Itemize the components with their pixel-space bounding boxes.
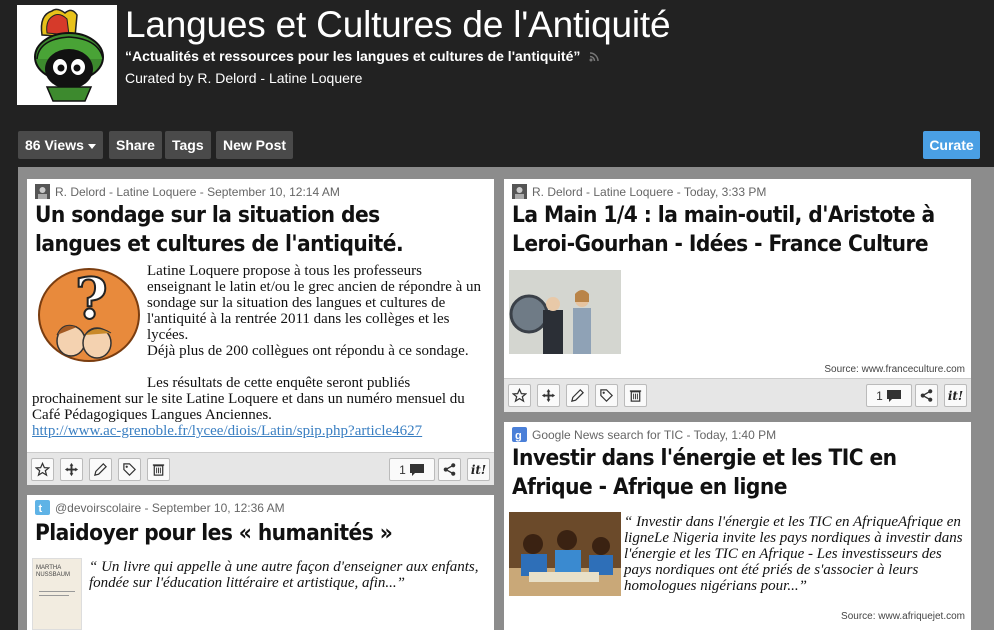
- post-source[interactable]: Source: www.franceculture.com: [824, 364, 965, 375]
- post-body: Latine Loquere propose à tous les profes…: [147, 263, 487, 343]
- comment-count: 1: [399, 462, 406, 477]
- twitter-icon: t: [35, 500, 50, 515]
- star-icon[interactable]: [31, 458, 54, 481]
- trash-icon[interactable]: [147, 458, 170, 481]
- post-meta: R. Delord - Latine Loquere - Today, 3:33…: [512, 184, 766, 199]
- move-icon[interactable]: [60, 458, 83, 481]
- star-icon[interactable]: [508, 384, 531, 407]
- page-title: Langues et Cultures de l'Antiquité: [125, 4, 671, 45]
- chevron-down-icon: [87, 143, 96, 149]
- comments-button[interactable]: 1: [866, 384, 912, 407]
- new-post-button[interactable]: New Post: [216, 131, 294, 159]
- tags-button[interactable]: Tags: [165, 131, 211, 159]
- post-meta-text: R. Delord - Latine Loquere - Today, 3:33…: [532, 184, 767, 199]
- edit-icon[interactable]: [566, 384, 589, 407]
- curated-by[interactable]: Curated by R. Delord - Latine Loquere: [125, 70, 362, 86]
- post-paragraph: Déjà plus de 200 collègues ont répondu à…: [147, 343, 469, 359]
- comment-icon: [886, 389, 901, 402]
- curate-button[interactable]: Curate: [923, 131, 980, 159]
- share-icon[interactable]: [915, 384, 938, 407]
- views-label: 86 Views: [25, 137, 84, 153]
- comments-button[interactable]: 1: [389, 458, 435, 481]
- post-meta: R. Delord - Latine Loquere - September 1…: [35, 184, 340, 199]
- book-cover-thumbnail: MARTHA NUSSBAUM: [32, 558, 82, 630]
- tag-icon[interactable]: [118, 458, 141, 481]
- scoop-it-icon[interactable]: it!: [944, 384, 967, 407]
- post-title[interactable]: La Main 1/4 : la main-outil, d'Aristote …: [512, 201, 963, 259]
- post-meta: t @devoirscolaire - September 10, 12:36 …: [35, 500, 285, 515]
- tag-icon[interactable]: [595, 384, 618, 407]
- scoop-it-icon[interactable]: it!: [467, 458, 490, 481]
- post-meta: g Google News search for TIC - Today, 1:…: [512, 427, 776, 442]
- post-paragraph: Les résultats de cette enquête seront pu…: [32, 375, 465, 423]
- edit-icon[interactable]: [89, 458, 112, 481]
- svg-text:g: g: [515, 430, 522, 442]
- survey-question-illustration: ?: [33, 263, 143, 367]
- post-thumbnail: [509, 512, 621, 596]
- page-header: Langues et Cultures de l'Antiquité “Actu…: [0, 0, 994, 122]
- comment-icon: [409, 463, 424, 476]
- post-thumbnail: [509, 270, 621, 354]
- share-button[interactable]: Share: [109, 131, 162, 159]
- move-icon[interactable]: [537, 384, 560, 407]
- share-icon[interactable]: [438, 458, 461, 481]
- post-link[interactable]: http://www.ac-grenoble.fr/lycee/diois/La…: [32, 423, 422, 439]
- post-title[interactable]: Investir dans l'énergie et les TIC en Af…: [512, 444, 944, 502]
- page-subtitle: “Actualités et ressources pour les langu…: [125, 48, 599, 64]
- views-button[interactable]: 86 Views: [18, 131, 103, 159]
- post-meta-text: R. Delord - Latine Loquere - September 1…: [55, 184, 340, 199]
- comment-count: 1: [876, 388, 883, 403]
- posts-grid: R. Delord - Latine Loquere - September 1…: [18, 167, 994, 630]
- post-title[interactable]: Plaidoyer pour les « humanités »: [35, 519, 467, 548]
- rss-icon[interactable]: [589, 52, 599, 62]
- post-quote: “ Un livre qui appelle à une autre façon…: [89, 559, 479, 591]
- post-quote: “ Investir dans l'énergie et les TIC en …: [624, 514, 963, 594]
- post-paragraph: Latine Loquere propose à tous les profes…: [147, 263, 482, 343]
- marvin-martian-logo: [17, 5, 117, 105]
- post-body: Déjà plus de 200 collègues ont répondu à…: [147, 343, 487, 359]
- post-card: R. Delord - Latine Loquere - September 1…: [27, 179, 494, 485]
- post-card: t @devoirscolaire - September 10, 12:36 …: [27, 495, 494, 630]
- book-cover-text: MARTHA NUSSBAUM: [36, 565, 71, 578]
- svg-text:t: t: [39, 503, 43, 515]
- post-card: R. Delord - Latine Loquere - Today, 3:33…: [504, 179, 971, 412]
- post-source[interactable]: Source: www.afriquejet.com: [841, 611, 965, 622]
- post-actions: 1 it!: [27, 452, 494, 485]
- post-actions: 1 it!: [504, 378, 971, 412]
- trash-icon[interactable]: [624, 384, 647, 407]
- post-title[interactable]: Un sondage sur la situation des langues …: [35, 201, 467, 259]
- post-body: http://www.ac-grenoble.fr/lycee/diois/La…: [32, 423, 487, 439]
- curator-avatar-icon: [512, 184, 527, 199]
- post-meta-text: Google News search for TIC - Today, 1:40…: [532, 427, 777, 442]
- google-news-icon: g: [512, 427, 527, 442]
- curator-avatar-icon: [35, 184, 50, 199]
- subtitle-text: “Actualités et ressources pour les langu…: [125, 48, 581, 64]
- post-card: g Google News search for TIC - Today, 1:…: [504, 422, 971, 630]
- post-body: Les résultats de cette enquête seront pu…: [32, 375, 487, 423]
- svg-text:?: ?: [75, 266, 108, 332]
- post-meta-text: @devoirscolaire - September 10, 12:36 AM: [55, 500, 285, 515]
